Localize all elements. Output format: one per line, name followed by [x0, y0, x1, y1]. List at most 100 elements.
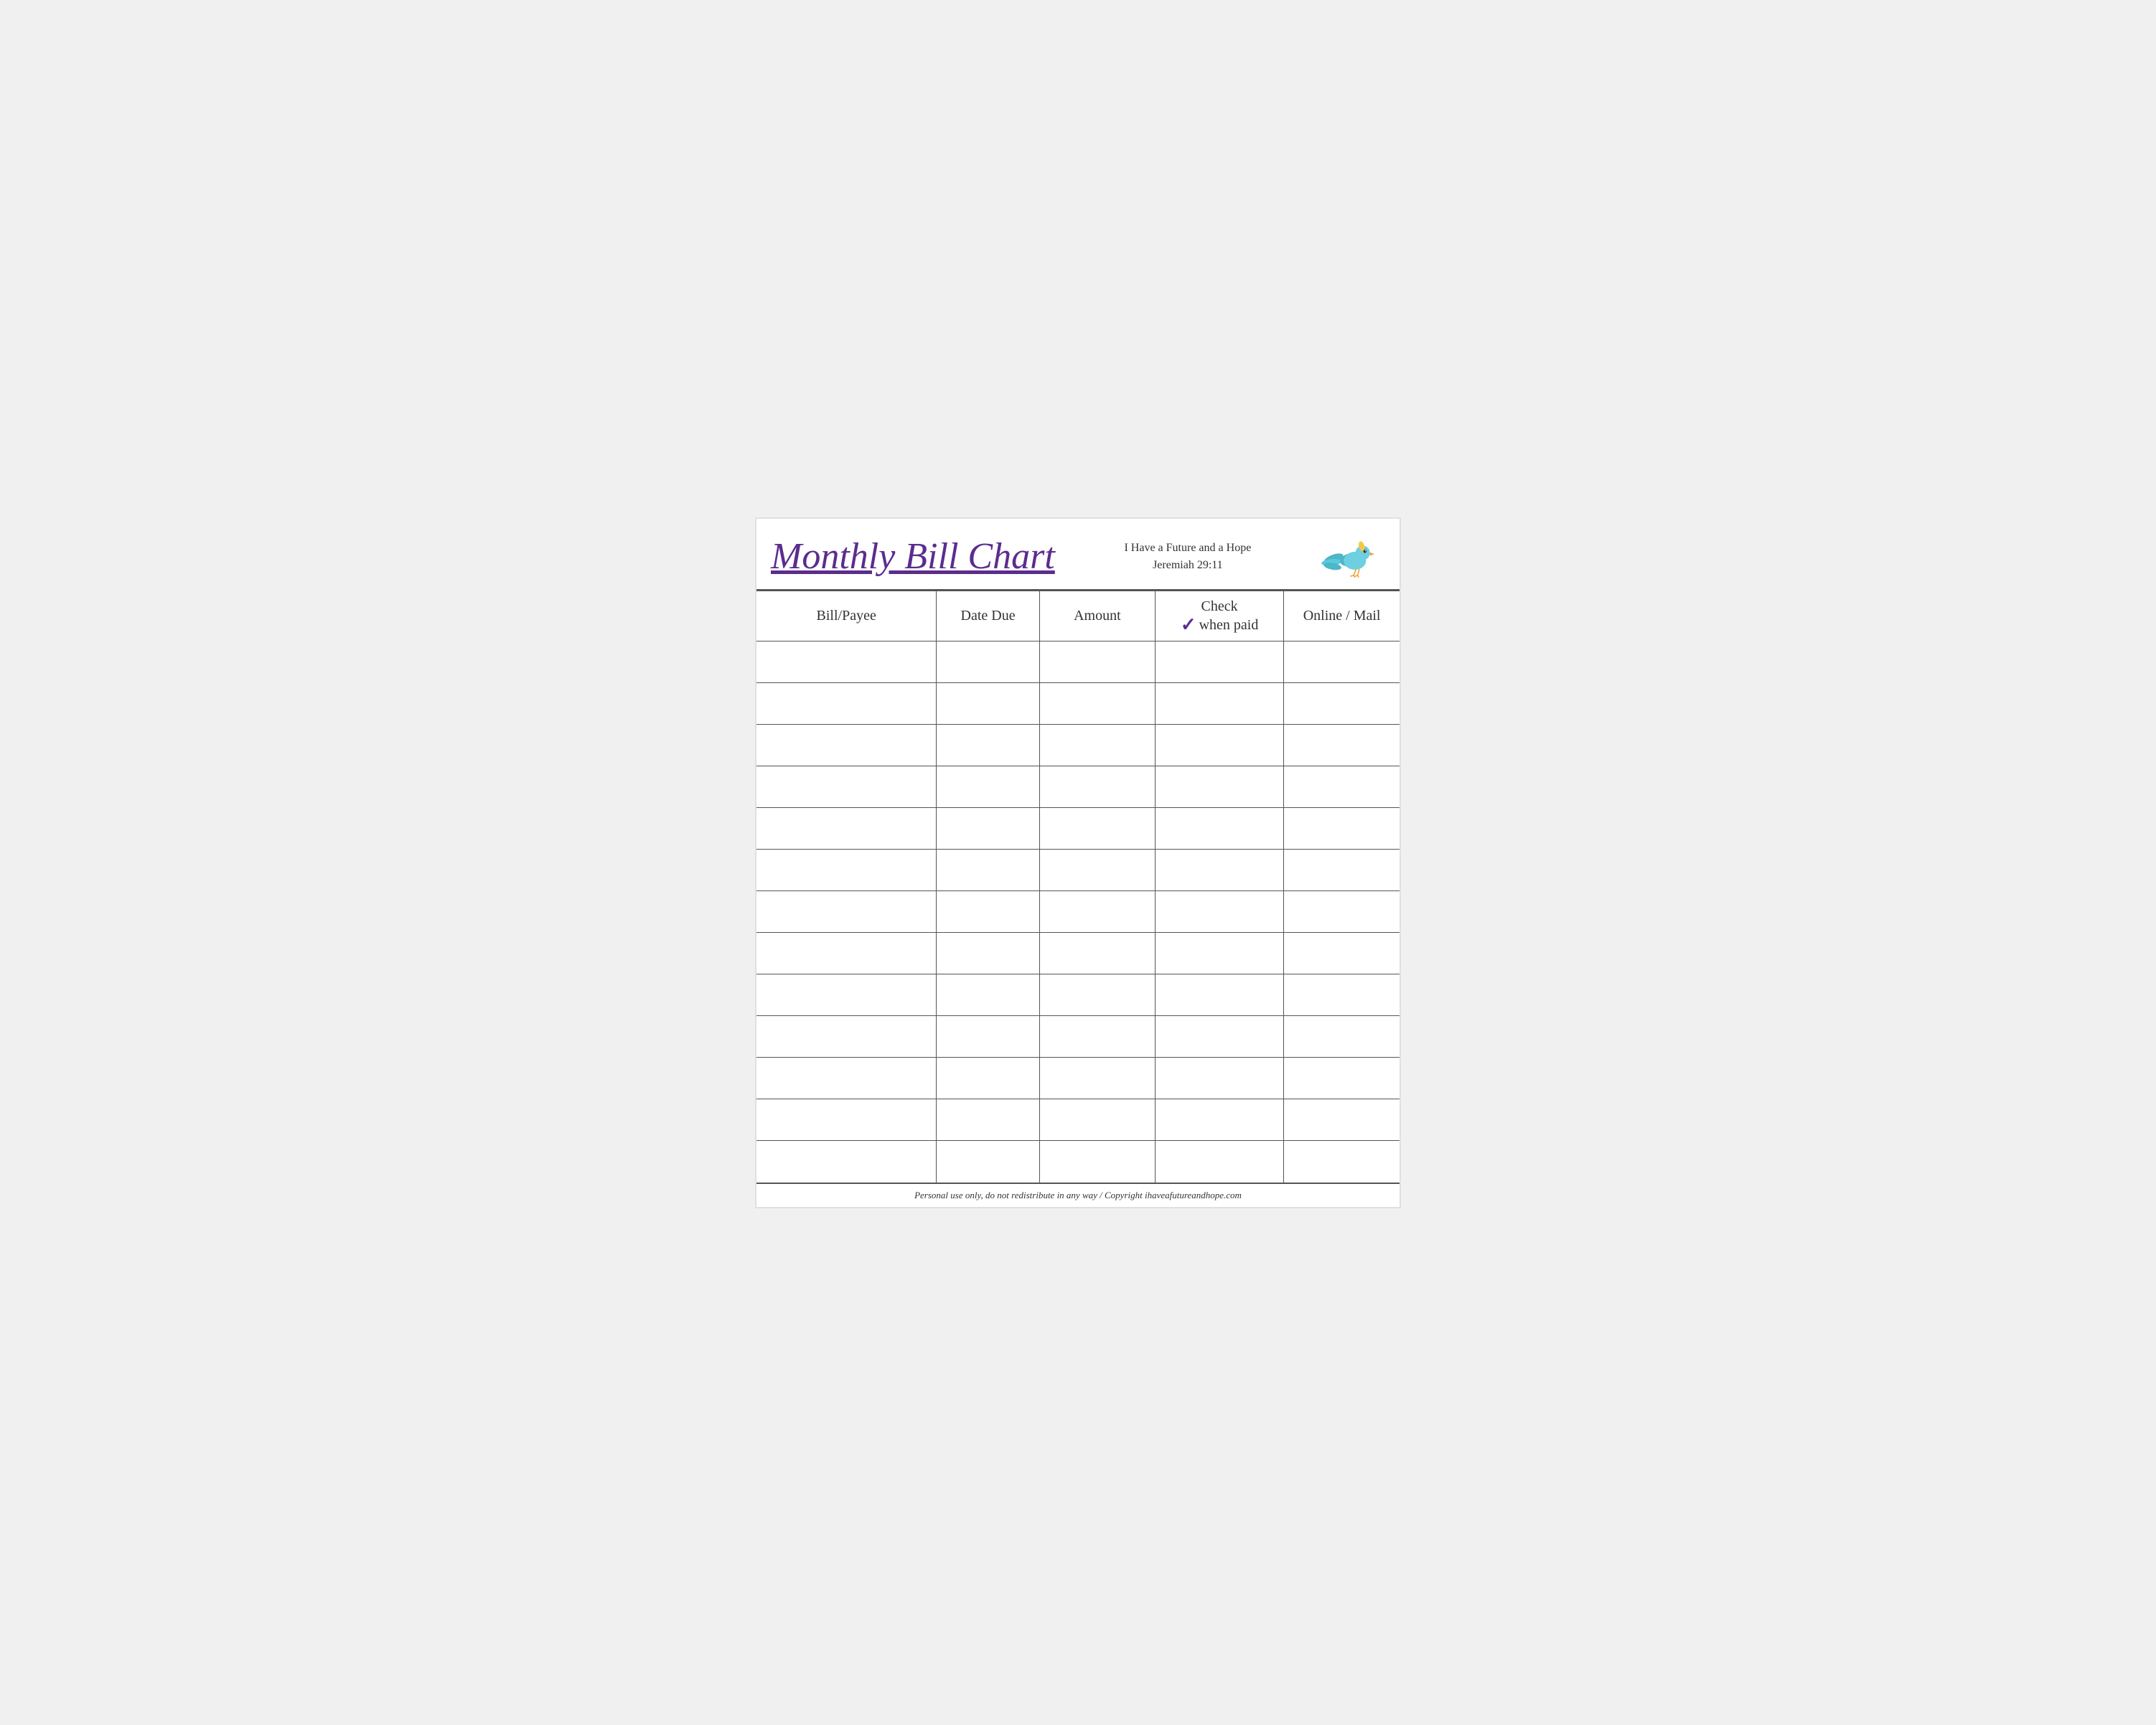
table-cell: [1284, 933, 1400, 974]
table-cell: [937, 1058, 1039, 1099]
table-cell: [756, 933, 937, 974]
table-cell: [1284, 850, 1400, 891]
tagline-line1: I Have a Future and a Hope: [1124, 540, 1251, 557]
bird-icon: [1321, 532, 1378, 582]
table-cell: [1284, 974, 1400, 1016]
table-cell: [1284, 725, 1400, 766]
table-cell: [1156, 850, 1284, 891]
table-row: [756, 1016, 1400, 1058]
bill-table: Bill/Payee Date Due Amount Check ✓ when …: [756, 591, 1400, 1183]
table-row: [756, 1099, 1400, 1141]
table-cell: [1284, 891, 1400, 933]
table-cell: [756, 766, 937, 808]
table-cell: [1039, 766, 1155, 808]
table-cell: [756, 641, 937, 683]
table-cell: [1156, 974, 1284, 1016]
header: Monthly Bill Chart I Have a Future and a…: [756, 519, 1400, 591]
table-row: [756, 766, 1400, 808]
table-cell: [1039, 933, 1155, 974]
tagline-line2: Jeremiah 29:11: [1124, 557, 1251, 574]
table-cell: [1284, 1099, 1400, 1141]
table-cell: [1156, 641, 1284, 683]
table-cell: [937, 683, 1039, 725]
table-row: [756, 1141, 1400, 1183]
table-cell: [756, 725, 937, 766]
table-cell: [1156, 683, 1284, 725]
table-cell: [1284, 1016, 1400, 1058]
table-cell: [1156, 1016, 1284, 1058]
table-row: [756, 641, 1400, 683]
table-cell: [756, 1099, 937, 1141]
table-row: [756, 891, 1400, 933]
check-line: ✓ when paid: [1181, 616, 1259, 634]
col-header-online: Online / Mail: [1284, 591, 1400, 641]
tagline-area: I Have a Future and a Hope Jeremiah 29:1…: [1124, 540, 1251, 574]
table-cell: [1039, 725, 1155, 766]
table-cell: [937, 1099, 1039, 1141]
table-cell: [1039, 1058, 1155, 1099]
table-body: [756, 641, 1400, 1183]
bird-area: [1321, 532, 1378, 582]
main-title: Monthly Bill Chart: [771, 536, 1055, 577]
table-cell: [1284, 641, 1400, 683]
col-header-check: Check ✓ when paid: [1156, 591, 1284, 641]
table-cell: [937, 974, 1039, 1016]
table-cell: [1039, 850, 1155, 891]
table-cell: [1039, 974, 1155, 1016]
table-cell: [1039, 641, 1155, 683]
table-cell: [1284, 1058, 1400, 1099]
table-cell: [1156, 808, 1284, 850]
table-cell: [937, 891, 1039, 933]
check-header-content: Check ✓ when paid: [1158, 597, 1280, 634]
table-row: [756, 974, 1400, 1016]
col-header-bill: Bill/Payee: [756, 591, 937, 641]
table-row: [756, 725, 1400, 766]
table-cell: [756, 974, 937, 1016]
table-cell: [1156, 1141, 1284, 1183]
table-container: Bill/Payee Date Due Amount Check ✓ when …: [756, 591, 1400, 1183]
table-cell: [1284, 683, 1400, 725]
table-cell: [756, 1058, 937, 1099]
table-cell: [1039, 1141, 1155, 1183]
col-header-date: Date Due: [937, 591, 1039, 641]
table-cell: [756, 683, 937, 725]
table-cell: [937, 808, 1039, 850]
table-cell: [1156, 1058, 1284, 1099]
table-cell: [1156, 766, 1284, 808]
checkmark-icon: ✓: [1181, 616, 1196, 634]
table-cell: [1156, 725, 1284, 766]
check-label-top: Check: [1201, 597, 1238, 616]
table-cell: [1156, 933, 1284, 974]
page: Monthly Bill Chart I Have a Future and a…: [755, 517, 1401, 1208]
table-row: [756, 1058, 1400, 1099]
table-cell: [1156, 891, 1284, 933]
table-cell: [1039, 808, 1155, 850]
footer: Personal use only, do not redistribute i…: [756, 1183, 1400, 1207]
table-cell: [1039, 1099, 1155, 1141]
table-cell: [1284, 808, 1400, 850]
table-cell: [756, 891, 937, 933]
table-cell: [1039, 683, 1155, 725]
table-header-row: Bill/Payee Date Due Amount Check ✓ when …: [756, 591, 1400, 641]
footer-text: Personal use only, do not redistribute i…: [914, 1190, 1242, 1200]
table-row: [756, 683, 1400, 725]
table-cell: [937, 1016, 1039, 1058]
table-cell: [756, 850, 937, 891]
check-label-bottom: when paid: [1199, 616, 1259, 634]
table-row: [756, 850, 1400, 891]
table-cell: [1284, 1141, 1400, 1183]
table-cell: [756, 808, 937, 850]
table-cell: [756, 1016, 937, 1058]
table-row: [756, 808, 1400, 850]
table-cell: [937, 641, 1039, 683]
table-cell: [937, 725, 1039, 766]
table-cell: [1039, 1016, 1155, 1058]
table-cell: [937, 1141, 1039, 1183]
table-cell: [1156, 1099, 1284, 1141]
table-cell: [937, 850, 1039, 891]
table-cell: [756, 1141, 937, 1183]
table-cell: [937, 933, 1039, 974]
title-area: Monthly Bill Chart: [771, 536, 1055, 577]
table-cell: [1039, 891, 1155, 933]
table-row: [756, 933, 1400, 974]
